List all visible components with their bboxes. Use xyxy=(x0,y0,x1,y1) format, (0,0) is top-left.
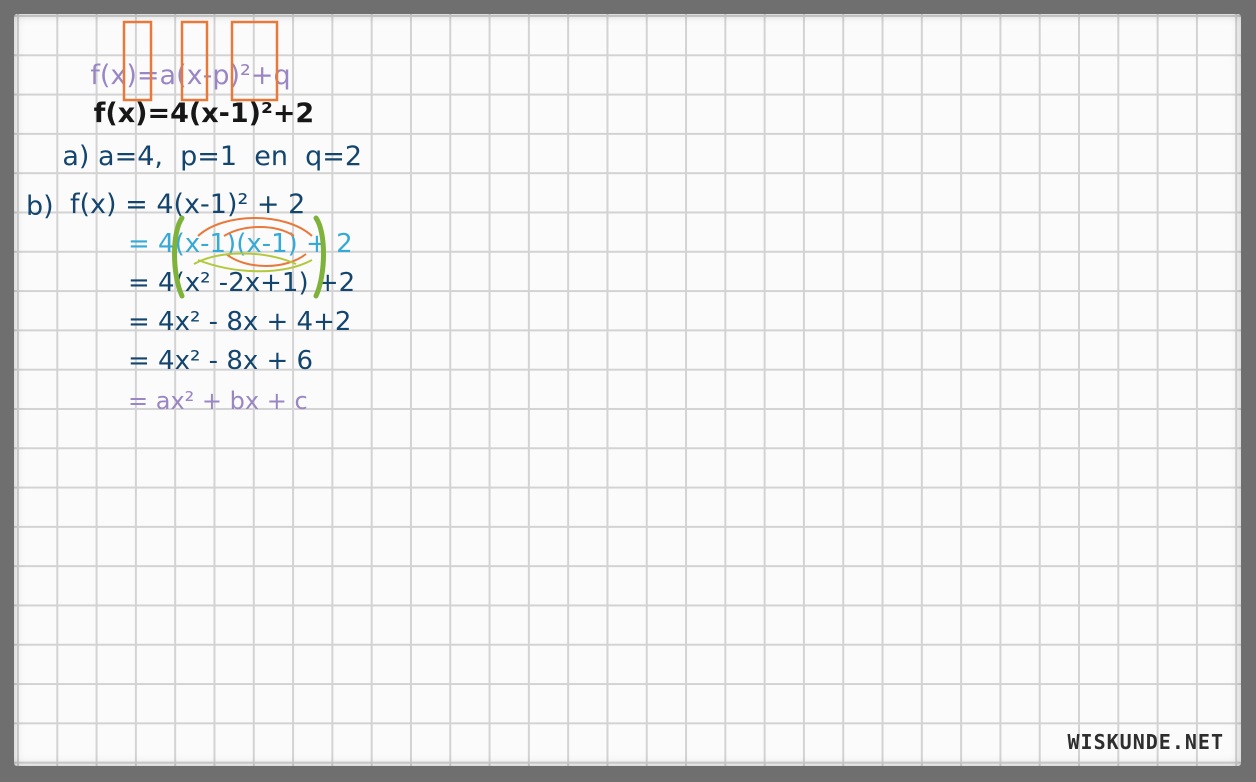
part-b-line-5: = 4x² - 8x + 6 xyxy=(128,346,314,376)
part-b-label: b) xyxy=(26,191,54,222)
part-b-line-2: = 4(x-1)(x-1) + 2 xyxy=(128,229,353,259)
part-b-line-1: f(x) = 4(x-1)² + 2 xyxy=(70,189,306,220)
part-b-line-6: = ax² + bx + c xyxy=(128,387,308,415)
part-a-label: a) xyxy=(62,141,90,172)
part-a-text: a=4, p=1 en q=2 xyxy=(98,141,363,172)
part-b-line-3: = 4(x² -2x+1) +2 xyxy=(128,268,356,298)
part-a-line: a) a=4, p=1 en q=2 xyxy=(28,116,362,197)
notebook-page: f(x)=a(x-p)²+q f(x)=4(x-1)²+2 a) a=4, p=… xyxy=(14,14,1241,766)
part-b-line-4: = 4x² - 8x + 4+2 xyxy=(128,307,352,337)
watermark-logo: WISKUNDE.NET xyxy=(1067,730,1224,754)
